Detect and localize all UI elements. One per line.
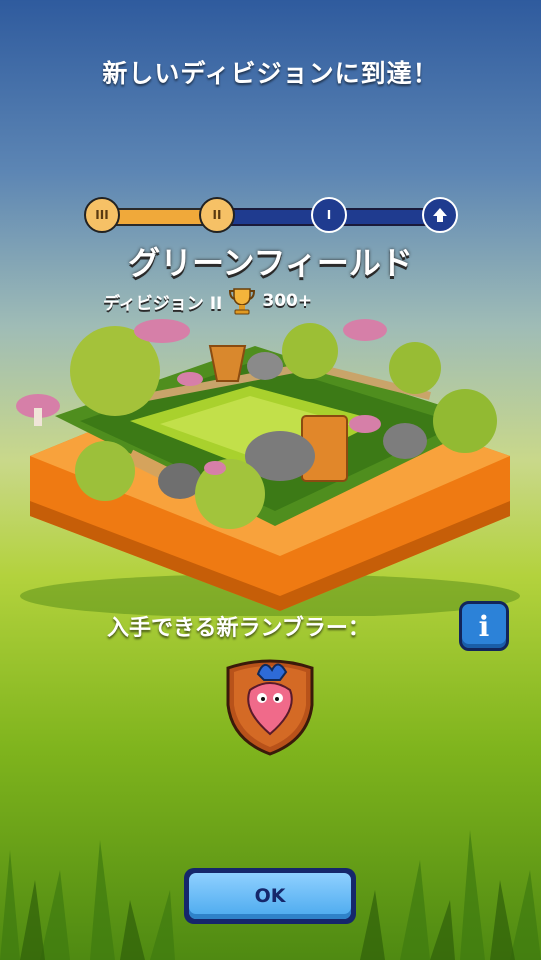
division-subtitle: ディビジョン II 300+: [103, 286, 312, 316]
division-name: グリーンフィールド: [128, 244, 413, 282]
up-arrow-icon: [433, 208, 447, 222]
trophy-count: 300+: [262, 291, 313, 311]
arena-preview-image: [16, 319, 520, 616]
info-icon: i: [478, 609, 490, 643]
ok-button-label: OK: [189, 873, 351, 919]
division-level-label: ディビジョン II: [103, 293, 223, 314]
division-node-2: II: [199, 197, 235, 233]
division-node-3: III: [84, 197, 120, 233]
ok-button[interactable]: OK: [184, 868, 356, 924]
division-node-1: I: [311, 197, 347, 233]
new-rumbler-label: 入手できる新ランブラー：: [107, 616, 370, 641]
division-progress-track: III II I: [84, 197, 458, 233]
page-title: 新しいディビジョンに到達！: [102, 59, 439, 88]
rumbler-badge[interactable]: [220, 650, 320, 758]
trophy-icon: [229, 288, 256, 315]
next-league-node: [422, 197, 458, 233]
info-button[interactable]: i: [459, 601, 509, 651]
